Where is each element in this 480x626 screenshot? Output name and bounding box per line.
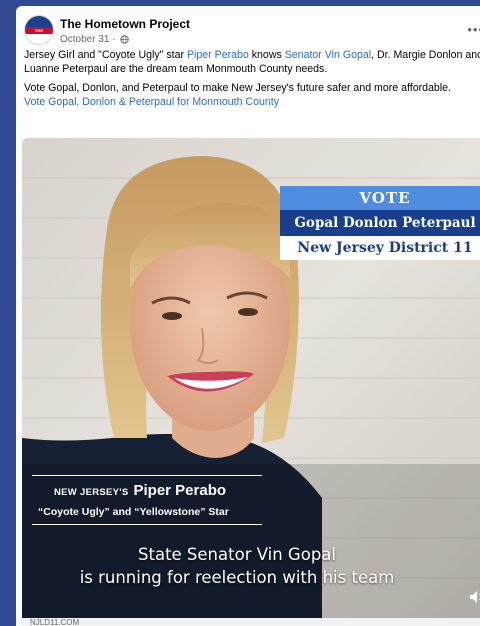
lower-third-prefix: NEW JERSEY'S	[54, 487, 129, 498]
post-header: THE HOMETOWN PROJECT The Hometown Projec…	[24, 12, 480, 46]
lower-third-rule-top	[32, 475, 262, 476]
page-avatar[interactable]: THE HOMETOWN PROJECT	[24, 15, 54, 45]
link-preview-domain[interactable]: NJLD11.COM	[22, 618, 480, 626]
date-separator: ·	[109, 34, 119, 45]
page-name-link[interactable]: The Hometown Project	[60, 17, 190, 31]
lower-third-title: NEW JERSEY'S Piper Perabo	[32, 482, 262, 504]
video-caption: State Senator Vin Gopal is running for r…	[22, 543, 452, 589]
avatar-logo-text: THE HOMETOWN PROJECT	[26, 28, 52, 45]
text-run: knows	[248, 49, 285, 61]
piper-perabo-link[interactable]: Piper Perabo	[187, 49, 249, 61]
video-player[interactable]: VOTE Gopal Donlon Peterpaul New Jersey D…	[22, 138, 480, 618]
post-text: Jersey Girl and "Coyote Ugly" star Piper…	[24, 48, 480, 109]
lower-third-rule-bottom	[32, 524, 262, 525]
globe-icon	[120, 35, 130, 44]
lower-third: NEW JERSEY'S Piper Perabo “Coyote Ugly” …	[32, 475, 262, 525]
vote-candidates: Gopal Donlon Peterpaul	[280, 210, 480, 236]
text-run: , Dr. Margie Donlon and	[371, 49, 480, 61]
more-options-icon[interactable]: •••	[467, 22, 480, 37]
text-run: Vote Gopal, Donlon, and Peterpaul to mak…	[24, 82, 451, 94]
avatar-band-top	[25, 16, 53, 27]
caption-line-2: is running for reelection with his team	[79, 568, 395, 587]
lower-third-name: Piper Perabo	[133, 482, 227, 499]
vin-gopal-link[interactable]: Senator Vin Gopal	[285, 49, 371, 61]
vote-banner: VOTE Gopal Donlon Peterpaul New Jersey D…	[280, 186, 480, 260]
vote-header: VOTE	[280, 186, 480, 210]
caption-line-1: State Senator Vin Gopal	[138, 545, 336, 564]
post-paragraph-1: Jersey Girl and "Coyote Ugly" star Piper…	[24, 48, 480, 76]
volume-icon[interactable]	[468, 588, 480, 606]
vote-district: New Jersey District 11	[280, 236, 480, 260]
post-card: THE HOMETOWN PROJECT The Hometown Projec…	[16, 6, 480, 626]
campaign-link[interactable]: Vote Gopal, Donlon & Peterpaul for Monmo…	[24, 96, 279, 108]
text-run: Luanne Peterpaul are the dream team Monm…	[24, 63, 328, 75]
post-meta: October 31 ·	[60, 34, 130, 45]
text-run: Jersey Girl and "Coyote Ugly" star	[24, 49, 187, 61]
post-paragraph-2: Vote Gopal, Donlon, and Peterpaul to mak…	[24, 81, 480, 109]
lower-third-role: “Coyote Ugly” and “Yellowstone” Star	[38, 506, 229, 518]
post-date[interactable]: October 31	[60, 34, 109, 45]
